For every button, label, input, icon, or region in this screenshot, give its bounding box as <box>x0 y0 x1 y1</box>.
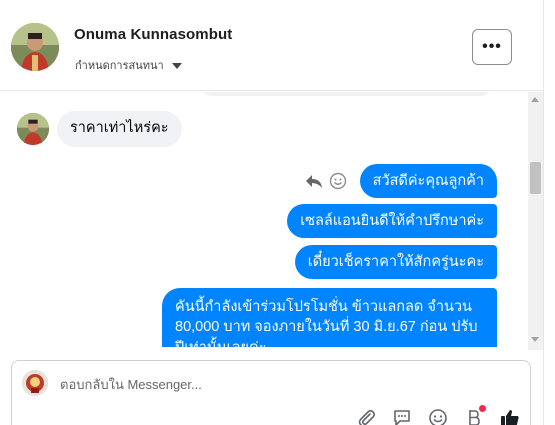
outgoing-message-bubble[interactable]: เดี๋ยวเช็คราคาให้สักครู่นะคะ <box>294 245 497 280</box>
conversation-header: Onuma Kunnasombut กำหนดการสนทนา ••• <box>0 0 543 91</box>
sender-avatar[interactable] <box>17 112 49 145</box>
page-avatar <box>22 370 48 396</box>
outgoing-message-bubble[interactable]: สวัสดีค่ะคุณลูกค้า <box>359 164 497 199</box>
smiley-icon[interactable] <box>329 172 347 190</box>
outgoing-message-bubble[interactable]: เซลล์แอนยินดีให้คำปรึกษาค่ะ <box>287 204 497 239</box>
message-input[interactable] <box>60 374 480 394</box>
scroll-up-arrow-icon[interactable] <box>531 97 539 102</box>
more-options-label: ••• <box>482 38 502 55</box>
contact-avatar[interactable] <box>11 23 59 71</box>
messenger-panel: Onuma Kunnasombut กำหนดการสนทนา ••• ราคา… <box>0 0 555 425</box>
incoming-message-bubble[interactable]: ราคาเท่าไหร่คะ <box>57 111 182 147</box>
message-composer <box>11 360 531 425</box>
caret-down-icon <box>171 62 182 69</box>
more-options-button[interactable]: ••• <box>472 29 512 65</box>
message-list: ราคาเท่าไหร่คะ สวัสดีค่ะคุณลูกค้า เซลล์แ… <box>0 92 543 347</box>
composer-toolbar <box>355 405 521 425</box>
message-actions <box>305 172 347 190</box>
b-icon[interactable] <box>463 405 486 425</box>
sender-avatar-image <box>17 112 49 145</box>
previous-message-bubble <box>200 92 492 96</box>
speech-bubble-icon[interactable] <box>391 407 413 425</box>
reply-icon[interactable] <box>305 172 323 190</box>
scroll-down-arrow-icon[interactable] <box>531 337 539 342</box>
message-scrollbar[interactable] <box>528 92 543 350</box>
paperclip-icon[interactable] <box>355 407 377 425</box>
conversation-status[interactable]: กำหนดการสนทนา <box>75 56 182 74</box>
avatar-image <box>11 23 59 71</box>
panel-divider <box>543 0 544 425</box>
thumbs-up-icon[interactable] <box>499 407 521 425</box>
scrollbar-thumb[interactable] <box>530 162 541 194</box>
incoming-message-row: ราคาเท่าไหร่คะ <box>17 111 182 147</box>
emoji-icon[interactable] <box>427 407 449 425</box>
notification-dot <box>479 405 486 412</box>
outgoing-message-bubble[interactable]: คันนี้กำลังเข้าร่วมโปรโมชั่น ข้าวแลกลด จ… <box>162 288 497 347</box>
conversation-status-label: กำหนดการสนทนา <box>75 60 164 72</box>
contact-name: Onuma Kunnasombut <box>74 26 233 43</box>
